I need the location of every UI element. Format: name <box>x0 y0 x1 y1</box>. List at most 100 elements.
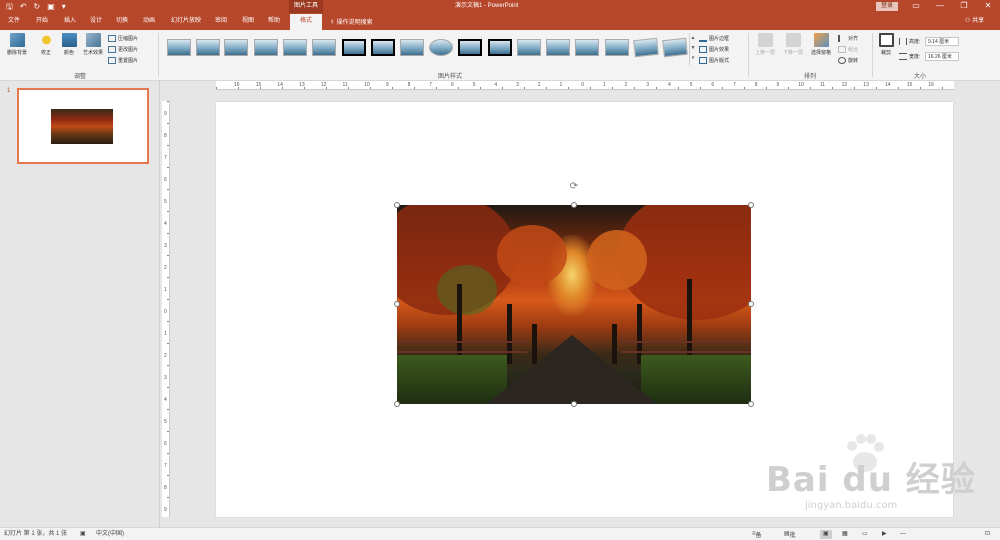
picture-border-button[interactable]: 图片边框 <box>699 34 729 43</box>
picture-effects-button[interactable]: 图片效果 <box>699 45 729 54</box>
width-input[interactable]: 16.26 厘米 <box>925 52 959 61</box>
remove-background-label: 删除背景 <box>6 50 27 56</box>
ruler-number: 14 <box>885 82 891 88</box>
corrections-label: 校正 <box>40 50 51 56</box>
picture-style-14[interactable] <box>546 39 570 56</box>
language-status[interactable]: 中文(中国) <box>96 530 124 539</box>
tab-file[interactable]: 文件 <box>2 13 26 30</box>
tab-format[interactable]: 格式 <box>290 14 322 30</box>
picture-style-3[interactable] <box>224 39 248 56</box>
save-icon[interactable]: 🖫 <box>6 1 13 12</box>
picture-style-4[interactable] <box>254 39 278 56</box>
ruler-number: 1 <box>602 82 606 88</box>
slideshow-view-icon[interactable]: ▶ <box>882 530 887 539</box>
artistic-effects-button[interactable]: 艺术效果 <box>80 33 106 56</box>
resize-handle-top-left[interactable] <box>394 202 400 208</box>
picture-style-5[interactable] <box>283 39 307 56</box>
ruler-number: 3 <box>164 243 167 249</box>
group-separator <box>748 33 749 77</box>
picture-style-9[interactable] <box>400 39 424 56</box>
picture-style-11[interactable] <box>458 39 482 56</box>
corrections-button[interactable]: 校正 <box>37 33 55 56</box>
resize-handle-right[interactable] <box>748 301 754 307</box>
resize-handle-top-right[interactable] <box>748 202 754 208</box>
compress-pictures-button[interactable]: 压缩图片 <box>108 34 138 43</box>
ruler-number: 15 <box>906 82 913 88</box>
resize-handle-top[interactable] <box>571 202 577 208</box>
resize-handle-left[interactable] <box>394 301 400 307</box>
picture-style-7[interactable] <box>342 39 366 56</box>
tab-design[interactable]: 设计 <box>84 13 108 30</box>
tab-animations[interactable]: 动画 <box>137 13 161 30</box>
tab-insert[interactable]: 插入 <box>58 13 82 30</box>
tell-me-label: 操作说明搜索 <box>336 20 373 26</box>
crop-button[interactable]: 裁剪 <box>876 33 896 56</box>
close-icon[interactable]: ✕ <box>976 0 1000 13</box>
start-slideshow-icon[interactable]: ▣ <box>47 1 55 12</box>
remove-background-button[interactable]: 删除背景 <box>4 33 30 56</box>
gallery-scroll[interactable]: ▲ ▼ ▾ <box>689 33 696 65</box>
share-button[interactable]: ⚇ 共享 <box>965 13 984 30</box>
normal-view-icon[interactable]: ▣ <box>820 530 832 539</box>
picture-style-15[interactable] <box>575 39 599 56</box>
picture-style-10[interactable] <box>429 39 453 56</box>
reading-view-icon[interactable]: ▭ <box>862 530 868 539</box>
picture-style-12[interactable] <box>488 39 512 56</box>
ruler-number: 7 <box>429 82 433 88</box>
resize-handle-bottom-right[interactable] <box>748 401 754 407</box>
notes-button[interactable]: ≡ 备注 <box>752 530 762 539</box>
selection-pane-label: 选择窗格 <box>810 50 831 56</box>
ruler-number: 13 <box>863 82 869 88</box>
reset-picture-button[interactable]: 重置图片 <box>108 56 138 65</box>
ribbon-display-options-icon[interactable]: ▭ <box>904 0 928 13</box>
tell-me-search[interactable]: ♀ 操作说明搜索 <box>329 13 373 30</box>
tab-view[interactable]: 视图 <box>236 13 260 30</box>
color-button[interactable]: 颜色 <box>60 33 78 56</box>
picture-layout-label: 图片版式 <box>709 58 730 64</box>
picture-style-16[interactable] <box>605 39 629 56</box>
tab-slideshow[interactable]: 幻灯片放映 <box>166 13 206 30</box>
picture-style-1[interactable] <box>167 39 191 56</box>
tab-transitions[interactable]: 切换 <box>110 13 134 30</box>
zoom-out-icon[interactable]: — <box>900 530 906 539</box>
picture-style-2[interactable] <box>196 39 220 56</box>
comments-button[interactable]: ▤ 批注 <box>784 530 796 539</box>
fit-to-window-icon[interactable]: ⊡ <box>985 530 990 539</box>
ruler-number: 5 <box>472 82 476 88</box>
picture-effects-label: 图片效果 <box>709 47 730 53</box>
bring-forward-button[interactable]: 上移一层 <box>752 33 778 56</box>
height-input[interactable]: 9.14 厘米 <box>925 37 959 46</box>
tab-help[interactable]: 帮助 <box>262 13 286 30</box>
selected-picture[interactable] <box>397 205 751 404</box>
slide-thumbnail[interactable] <box>17 88 149 164</box>
rotate-handle-icon[interactable]: ⟳ <box>569 182 579 192</box>
picture-style-8[interactable] <box>371 39 395 56</box>
group-objects-button[interactable]: 组合 <box>838 45 858 54</box>
minimize-icon[interactable]: — <box>928 0 952 13</box>
selection-pane-button[interactable]: 选择窗格 <box>808 33 834 56</box>
resize-handle-bottom-left[interactable] <box>394 401 400 407</box>
ruler-number: 3 <box>164 375 167 381</box>
send-backward-button[interactable]: 下移一层 <box>780 33 806 56</box>
picture-style-6[interactable] <box>312 39 336 56</box>
tab-home[interactable]: 开始 <box>30 13 54 30</box>
spellcheck-icon[interactable]: ▣ <box>80 530 86 539</box>
picture-style-17[interactable] <box>633 37 659 58</box>
picture-layout-button[interactable]: 图片版式 <box>699 56 729 65</box>
slide-sorter-icon[interactable]: ▦ <box>842 530 848 539</box>
restore-icon[interactable]: ❐ <box>952 0 976 13</box>
rotate-button[interactable]: 旋转 <box>838 56 858 65</box>
login-button[interactable]: 登录 <box>876 2 898 11</box>
change-picture-button[interactable]: 更改图片 <box>108 45 138 54</box>
tab-review[interactable]: 审阅 <box>209 13 233 30</box>
resize-handle-bottom[interactable] <box>571 401 577 407</box>
bring-forward-label: 上移一层 <box>754 50 775 56</box>
quick-access-toolbar: 🖫 ↶ ↻ ▣ ▾ <box>6 1 66 12</box>
picture-style-13[interactable] <box>517 39 541 56</box>
comments-label: 批注 <box>789 533 796 539</box>
redo-icon[interactable]: ↻ <box>34 1 41 12</box>
picture-style-18[interactable] <box>662 37 688 58</box>
undo-icon[interactable]: ↶ <box>20 1 27 12</box>
customize-qat-icon[interactable]: ▾ <box>62 1 66 12</box>
align-button[interactable]: 对齐 <box>838 34 858 43</box>
